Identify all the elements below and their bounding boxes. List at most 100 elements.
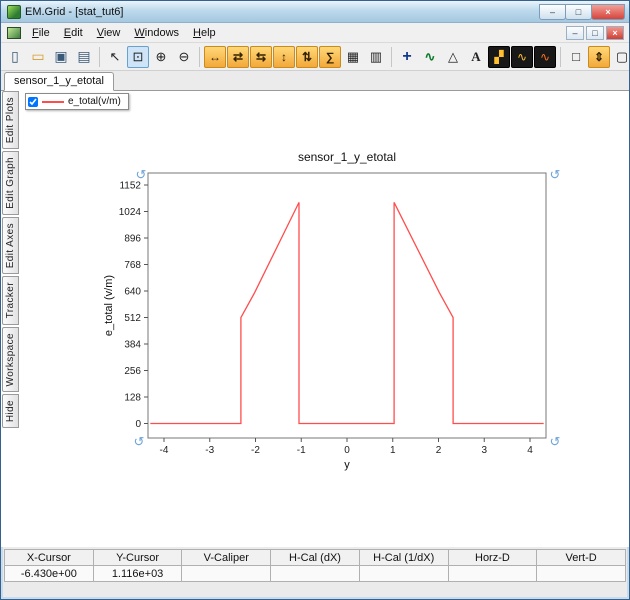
checkbox-grid-icon[interactable]: □ xyxy=(565,46,587,68)
blank-box-icon[interactable]: ▢ xyxy=(611,46,629,68)
menu-help[interactable]: Help xyxy=(186,24,223,42)
swap-horizontal-icon[interactable]: ⇄ xyxy=(227,45,249,68)
tab-row: sensor_1_y_etotal xyxy=(1,71,629,91)
y-tick-label: 384 xyxy=(124,340,141,351)
status-value-v-caliper xyxy=(182,566,272,582)
y-tick-label: 256 xyxy=(124,366,141,377)
toolbar: ▯▭▣▤↖⊡⊕⊖↔⇄⇆↕⇅∑▦▥+∿△A▞∿∿□⇕▢⇔ ≣ Layout xyxy=(1,43,629,71)
child-window-icon xyxy=(7,26,21,39)
sum-icon[interactable]: ∑ xyxy=(319,45,341,68)
menu-windows[interactable]: Windows xyxy=(127,24,186,42)
status-value-x-cursor: -6.430e+00 xyxy=(5,566,94,582)
expand-vertical-icon[interactable]: ↕ xyxy=(273,45,295,68)
sidebar-tab-label: Workspace xyxy=(5,332,16,387)
fit-horizontal-icon[interactable]: ⇆ xyxy=(250,45,272,68)
new-document-icon[interactable]: ▯ xyxy=(4,46,26,68)
y-tick-label: 640 xyxy=(124,287,141,298)
y-tick-label: 128 xyxy=(124,393,141,404)
sidebar-tab-hide[interactable]: Hide xyxy=(2,394,19,429)
status-value-h-cal-dx- xyxy=(271,566,360,582)
sidebar-tab-edit-plots[interactable]: Edit Plots xyxy=(2,91,19,150)
polygon-icon[interactable]: △ xyxy=(442,46,464,68)
chart-svg: 0 128 256 384 512 640 768 896 1024 1152 -4 -3 -2 -1 0 1… xyxy=(103,150,561,471)
y-tick-label: 768 xyxy=(124,260,141,271)
x-tick-label: -1 xyxy=(297,445,306,456)
child-close-button[interactable]: × xyxy=(606,25,624,40)
menu-file[interactable]: File xyxy=(25,24,57,42)
sidebar-tab-label: Edit Axes xyxy=(5,223,16,269)
menu-items: File Edit View Windows Help xyxy=(25,24,223,42)
status-label-x-cursor: X-Cursor xyxy=(5,550,94,566)
status-value-horz-d xyxy=(448,566,538,582)
series-line xyxy=(150,202,544,425)
x-tick-label: -2 xyxy=(251,445,260,456)
sidebar-tab-workspace[interactable]: Workspace xyxy=(2,326,19,393)
x-tick-label: 0 xyxy=(344,445,350,456)
vertical-range-icon[interactable]: ⇕ xyxy=(588,45,610,68)
close-button[interactable]: × xyxy=(591,3,625,20)
x-tick-label: 2 xyxy=(436,445,442,456)
text-label-icon[interactable]: A xyxy=(465,46,487,68)
table-icon[interactable]: ▥ xyxy=(365,46,387,68)
toolbar-separator xyxy=(391,46,392,67)
status-value-h-cal-1-dx- xyxy=(359,566,449,582)
legend-checkbox[interactable] xyxy=(28,96,38,107)
tracker-handle-icon[interactable]: ↺ xyxy=(136,167,147,182)
toolbar-separator xyxy=(99,46,100,67)
y-tick-label: 512 xyxy=(124,313,141,324)
y-tick-label: 896 xyxy=(124,234,141,245)
menu-view[interactable]: View xyxy=(90,24,128,42)
status-value-y-cursor: 1.116e+03 xyxy=(93,566,183,582)
minimize-button[interactable]: – xyxy=(539,3,566,20)
status-label-v-caliper: V-Caliper xyxy=(182,550,272,566)
expand-horizontal-icon[interactable]: ↔ xyxy=(204,45,226,68)
window-controls: – □ × xyxy=(539,3,625,20)
save-icon[interactable]: ▣ xyxy=(50,46,72,68)
y-tick-label: 1024 xyxy=(119,207,142,218)
app-icon xyxy=(7,4,21,19)
curve-icon[interactable]: ∿ xyxy=(419,46,441,68)
x-axis-label: y xyxy=(344,459,350,471)
side-tab-strip: Edit Plots Edit Graph Edit Axes Tracker Work… xyxy=(2,91,19,429)
toolbar-separator xyxy=(560,46,561,67)
add-marker-icon[interactable]: + xyxy=(396,46,418,68)
title-bar[interactable]: EM.Grid - [stat_tut6] – □ × xyxy=(1,1,629,23)
menu-edit[interactable]: Edit xyxy=(57,24,90,42)
grid-icon[interactable]: ▦ xyxy=(342,46,364,68)
sidebar-tab-edit-axes[interactable]: Edit Axes xyxy=(2,217,19,275)
menu-bar: File Edit View Windows Help – □ × xyxy=(1,23,629,43)
y-axis-label: e_total (v/m) xyxy=(103,275,115,336)
chart[interactable]: 0 128 256 384 512 640 768 896 1024 1152 -4 -3 -2 -1 0 1… xyxy=(100,139,570,484)
sidebar-tab-tracker[interactable]: Tracker xyxy=(2,276,19,325)
waveform-alt-icon[interactable]: ∿ xyxy=(534,45,556,68)
x-tick-label: -3 xyxy=(205,445,214,456)
zoom-window-icon[interactable]: ⊡ xyxy=(127,45,149,68)
sidebar-tab-edit-graph[interactable]: Edit Graph xyxy=(2,151,19,216)
waveform-icon[interactable]: ∿ xyxy=(511,45,533,68)
status-label-h-cal-dx-: H-Cal (dX) xyxy=(271,550,360,566)
open-folder-icon[interactable]: ▭ xyxy=(27,46,49,68)
x-tick-label: -4 xyxy=(160,445,169,456)
zoom-in-icon[interactable]: ⊕ xyxy=(150,46,172,68)
swap-vertical-icon[interactable]: ⇅ xyxy=(296,45,318,68)
plot-border xyxy=(147,172,547,439)
invert-colors-icon[interactable]: ▞ xyxy=(488,45,510,68)
pointer-icon[interactable]: ↖ xyxy=(104,46,126,68)
child-restore-button[interactable]: □ xyxy=(586,25,604,40)
tracker-handle-icon[interactable]: ↺ xyxy=(134,434,145,449)
status-label-vert-d: Vert-D xyxy=(537,550,626,566)
child-window-controls: – □ × xyxy=(566,25,627,40)
tab-sensor-1-y-etotal[interactable]: sensor_1_y_etotal xyxy=(4,72,114,91)
tracker-handle-icon[interactable]: ↺ xyxy=(550,167,561,182)
tracker-handle-icon[interactable]: ↺ xyxy=(550,434,561,449)
print-icon[interactable]: ▤ xyxy=(73,46,95,68)
y-tick-label: 0 xyxy=(135,419,141,430)
legend-label: e_total(v/m) xyxy=(68,96,121,107)
zoom-out-icon[interactable]: ⊖ xyxy=(173,46,195,68)
status-label-y-cursor: Y-Cursor xyxy=(93,550,183,566)
maximize-button[interactable]: □ xyxy=(565,3,592,20)
child-minimize-button[interactable]: – xyxy=(566,25,584,40)
status-label-horz-d: Horz-D xyxy=(448,550,538,566)
chart-title: sensor_1_y_etotal xyxy=(298,150,396,164)
app-window: EM.Grid - [stat_tut6] – □ × File Edit View… xyxy=(0,0,630,600)
